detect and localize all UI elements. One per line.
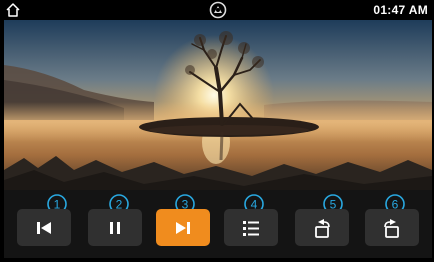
pause-button[interactable] [88, 209, 142, 246]
playlist-icon [243, 220, 259, 236]
rotate-right-button[interactable] [365, 209, 419, 246]
skip-previous-icon [37, 221, 51, 234]
skip-next-icon [176, 221, 190, 234]
rotate-left-button[interactable] [295, 209, 349, 246]
app-logo-icon [209, 1, 227, 19]
pause-icon [110, 221, 120, 234]
home-icon[interactable] [5, 2, 21, 18]
status-clock: 01:47 AM [373, 3, 428, 17]
previous-button[interactable] [17, 209, 71, 246]
status-bar: 01:47 AM [0, 0, 434, 20]
control-bar: 1 2 3 4 5 6 [4, 190, 432, 258]
photo-viewer-screen: 01:47 AM 1 2 3 4 5 6 [0, 0, 434, 262]
photo-display [4, 20, 432, 190]
next-button[interactable] [156, 209, 210, 246]
playlist-button[interactable] [224, 209, 278, 246]
rotate-left-icon [315, 218, 330, 238]
rotate-right-icon [384, 218, 399, 238]
